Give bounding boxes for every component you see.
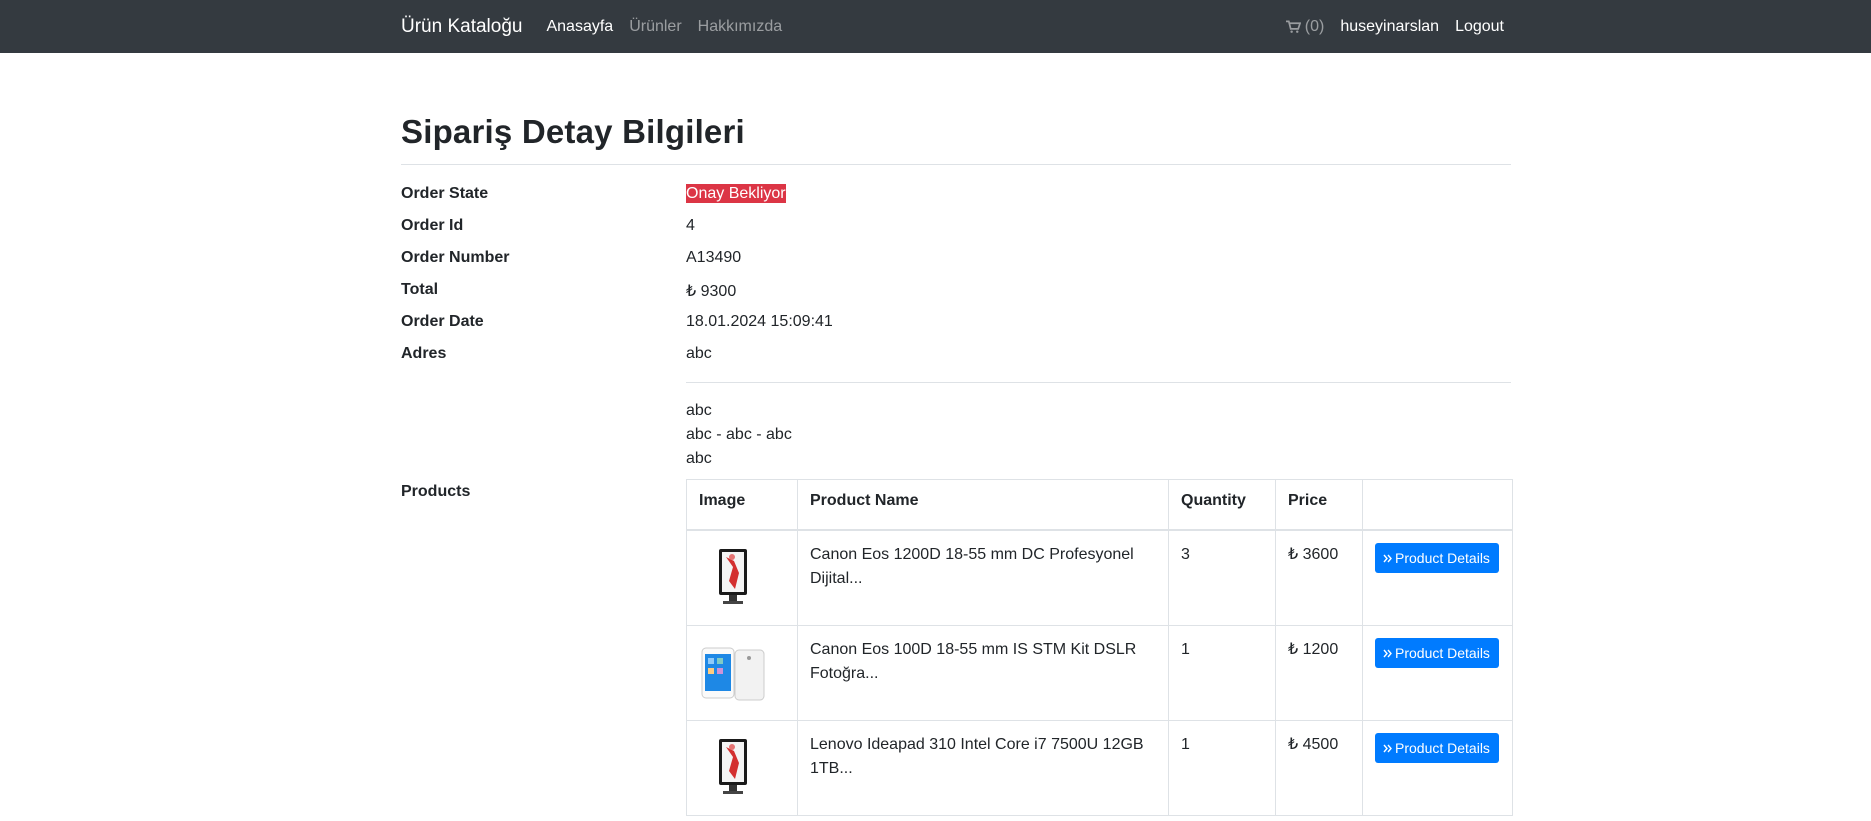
actions-cell: Product Details [1362,720,1513,816]
table-row: Canon Eos 1200D 18-55 mm DC Profesyonel … [686,529,1513,626]
navbar: Ürün Kataloğu Anasayfa Ürünler Hakkımızd… [0,0,1871,53]
column-header-product-name: Product Name [797,479,1169,531]
product-image-cell [686,529,798,626]
order-id-label: Order Id [401,217,464,234]
double-chevron-right-icon [1383,649,1392,657]
products-label: Products [401,483,471,500]
cart-link[interactable]: (0) [1285,17,1325,36]
navbar-inner: Ürün Kataloğu Anasayfa Ürünler Hakkımızd… [401,0,1504,53]
address-line: abc - abc - abc [686,426,792,443]
double-chevron-right-icon [1383,744,1392,752]
order-state-label: Order State [401,185,489,202]
quantity-cell: 1 [1168,720,1276,816]
total-value: ₺ 9300 [686,283,737,300]
monitor-image[interactable] [699,733,767,801]
logout-link[interactable]: Logout [1455,18,1504,36]
products-table: Image Product Name Quantity Price Canon … [686,479,1513,816]
product-name-cell: Canon Eos 100D 18-55 mm IS STM Kit DSLR … [797,625,1169,721]
brand-link[interactable]: Ürün Kataloğu [401,16,522,38]
monitor-image[interactable] [699,543,767,611]
table-header-row: Image Product Name Quantity Price [686,479,1513,531]
address-line: abc [686,402,712,419]
column-header-price: Price [1275,479,1363,531]
order-date-value: 18.01.2024 15:09:41 [686,313,833,330]
column-header-quantity: Quantity [1168,479,1276,531]
table-row: Canon Eos 100D 18-55 mm IS STM Kit DSLR … [686,625,1513,721]
product-details-button[interactable]: Product Details [1375,638,1499,668]
price-cell: ₺ 1200 [1275,625,1363,721]
quantity-cell: 1 [1168,625,1276,721]
address-label: Adres [401,345,447,362]
product-image-cell [686,720,798,816]
order-date-label: Order Date [401,313,484,330]
actions-cell: Product Details [1362,625,1513,721]
quantity-cell: 3 [1168,529,1276,626]
product-name-cell: Canon Eos 1200D 18-55 mm DC Profesyonel … [797,529,1169,626]
actions-cell: Product Details [1362,529,1513,626]
address-divider [686,382,1511,383]
product-name-cell: Lenovo Ideapad 310 Intel Core i7 7500U 1… [797,720,1169,816]
order-id-value: 4 [686,217,695,234]
price-cell: ₺ 4500 [1275,720,1363,816]
nav-link-about[interactable]: Hakkımızda [698,18,782,36]
navbar-right: (0) huseyinarslan Logout [1285,17,1504,36]
column-header-image: Image [686,479,798,531]
product-details-label: Product Details [1395,740,1490,756]
product-image-cell [686,625,798,721]
status-badge: Onay Bekliyor [686,184,786,203]
table-row: Lenovo Ideapad 310 Intel Core i7 7500U 1… [686,720,1513,816]
address-value: abc [686,345,712,362]
username-link[interactable]: huseyinarslan [1340,18,1439,36]
double-chevron-right-icon [1383,554,1392,562]
tablet-image[interactable] [699,638,767,706]
total-label: Total [401,281,439,298]
page-title: Sipariş Detay Bilgileri [401,113,745,150]
product-details-button[interactable]: Product Details [1375,733,1499,763]
column-header-actions [1362,479,1513,531]
order-number-value: A13490 [686,249,742,266]
cart-icon [1285,20,1301,33]
address-line: abc [686,450,712,467]
order-number-label: Order Number [401,249,510,266]
product-details-button[interactable]: Product Details [1375,543,1499,573]
price-cell: ₺ 3600 [1275,529,1363,626]
nav-link-products[interactable]: Ürünler [629,18,681,36]
product-details-label: Product Details [1395,550,1490,566]
order-state-value: Onay Bekliyor [686,184,786,203]
cart-count: (0) [1304,17,1325,35]
title-divider [401,164,1511,165]
address-details: abc abc - abc - abc abc [686,399,792,471]
nav-link-home[interactable]: Anasayfa [546,18,613,36]
product-details-label: Product Details [1395,645,1490,661]
